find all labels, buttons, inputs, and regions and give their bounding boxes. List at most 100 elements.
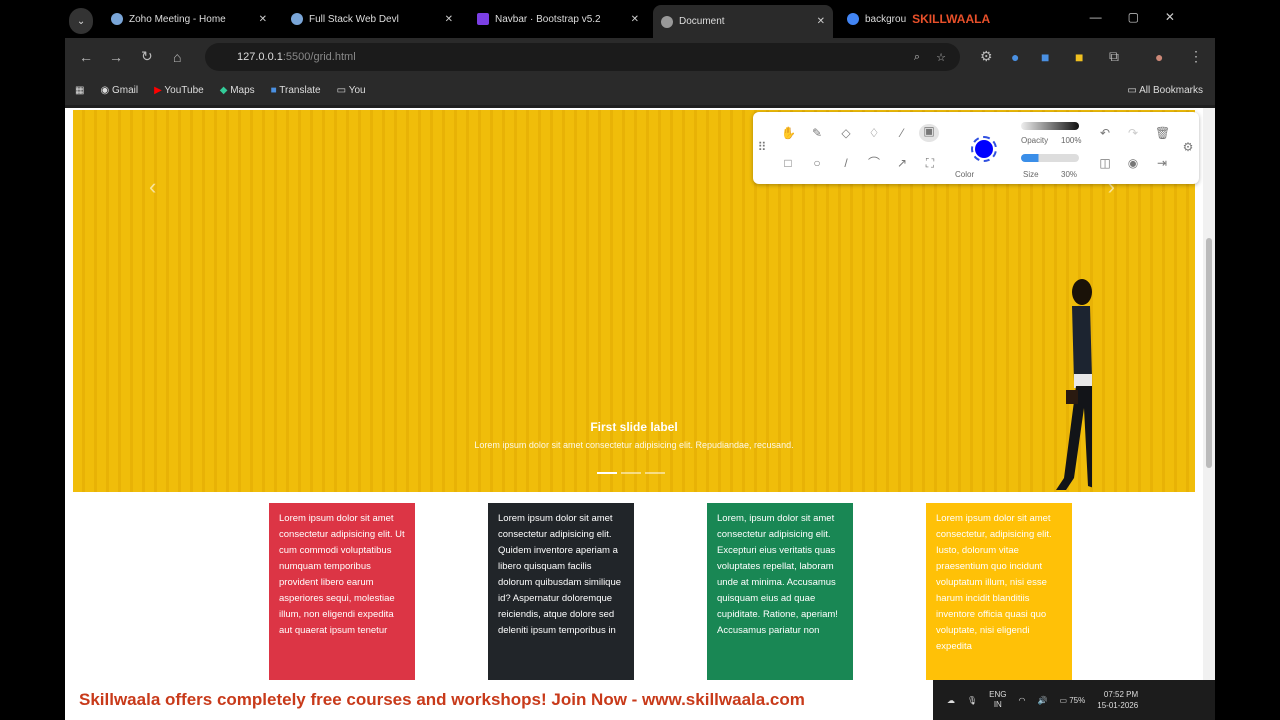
card-green: Lorem, ipsum dolor sit amet consectetur …: [707, 503, 853, 680]
bookmark-youtube[interactable]: ▶ YouTube: [154, 85, 204, 96]
close-icon[interactable]: ✕: [445, 14, 453, 25]
pen-icon[interactable]: ✎: [810, 126, 824, 140]
youtube-icon: ▶: [154, 84, 162, 96]
bootstrap-icon: [477, 13, 489, 25]
carousel-indicators: [597, 472, 665, 474]
forward-icon[interactable]: →: [109, 49, 123, 65]
close-icon[interactable]: ✕: [817, 16, 825, 27]
back-icon[interactable]: ←: [79, 49, 93, 65]
cloud-icon[interactable]: ☁: [947, 696, 955, 705]
carousel-caption: First slide label Lorem ipsum dolor sit …: [73, 420, 1195, 450]
tab-label: Full Stack Web Devl: [309, 13, 399, 25]
eye-icon[interactable]: ◉: [1126, 156, 1140, 170]
extension-icon[interactable]: ⚙: [980, 48, 993, 65]
browser-toolbar: ← → ↻ ⌂ 127.0.0.1:5500/grid.html ⌕ ☆ ⚙ ● …: [65, 38, 1215, 75]
language-indicator[interactable]: ENG IN: [989, 690, 1006, 710]
tab-active[interactable]: Document ✕: [653, 5, 833, 38]
maps-icon: ◆: [219, 84, 228, 96]
wifi-icon[interactable]: ◠: [1019, 696, 1026, 705]
apps-icon[interactable]: ▦: [75, 85, 84, 96]
scrollbar[interactable]: [1203, 108, 1215, 680]
bookmark-maps[interactable]: ◆ Maps: [220, 85, 255, 96]
battery-percent: 75%: [1069, 695, 1086, 705]
translate-icon: ■: [270, 84, 277, 96]
drag-handle-icon[interactable]: ⠿: [755, 140, 769, 154]
trash-icon[interactable]: 🗑: [1155, 126, 1170, 140]
microphone-icon[interactable]: 🎙: [967, 696, 977, 705]
tab[interactable]: Full Stack Web Devl ✕: [283, 6, 461, 32]
globe-icon: [661, 15, 673, 28]
close-icon[interactable]: ✕: [631, 14, 639, 25]
promo-banner: Skillwaala offers completely free course…: [65, 680, 933, 720]
card-red: Lorem ipsum dolor sit amet consectetur a…: [269, 503, 415, 680]
date: 15-01-2026: [1097, 701, 1139, 710]
eyedropper-icon[interactable]: ⁄: [895, 126, 909, 140]
carousel-prev-icon[interactable]: ‹: [149, 174, 156, 200]
carousel-indicator[interactable]: [621, 472, 641, 474]
bookmark-translate[interactable]: ■ Translate: [271, 85, 321, 96]
redo-icon[interactable]: ↷: [1126, 126, 1140, 140]
eraser-icon[interactable]: ◇: [839, 126, 853, 140]
color-swatch: [975, 140, 993, 158]
clock[interactable]: 07:52 PM 15-01-2026: [1097, 689, 1138, 711]
volume-icon[interactable]: 🔊: [1037, 696, 1047, 705]
home-icon[interactable]: ⌂: [173, 49, 181, 65]
curve-icon[interactable]: ⌒: [867, 156, 881, 170]
drawing-toolbar: ⠿ ✋ ✎ ◇ ♢ ⁄ ▣ □ ○ / ⌒ ↗ ⛶ Color Opacity …: [753, 112, 1199, 184]
arrow-icon[interactable]: ↗: [895, 156, 909, 170]
google-icon: [847, 13, 859, 25]
address-bar[interactable]: 127.0.0.1:5500/grid.html ⌕ ☆: [205, 43, 960, 71]
opacity-slider[interactable]: [1021, 122, 1079, 130]
battery-icon[interactable]: ▭ 75%: [1059, 696, 1085, 705]
tab-label: backgrou: [865, 13, 907, 25]
fill-icon[interactable]: ♢: [867, 126, 881, 140]
search-icon[interactable]: ⌕: [914, 51, 920, 64]
rectangle-icon[interactable]: □: [781, 156, 795, 170]
woman-walking-image: [1056, 279, 1092, 490]
bookmark-gmail[interactable]: ◉ Gmail: [100, 85, 138, 96]
text-tool-icon[interactable]: ▣: [919, 124, 939, 142]
scrollbar-thumb[interactable]: [1206, 238, 1212, 468]
carousel-indicator[interactable]: [645, 472, 665, 474]
bookmark-label: Translate: [279, 84, 321, 96]
extensions-puzzle-icon[interactable]: ⧉: [1109, 48, 1119, 65]
camera-icon[interactable]: ◫: [1098, 156, 1112, 170]
tab[interactable]: Navbar · Bootstrap v5.2 ✕: [469, 6, 647, 32]
size-slider[interactable]: [1021, 154, 1079, 162]
star-icon[interactable]: ☆: [936, 51, 946, 64]
avatar[interactable]: ●: [1155, 49, 1163, 65]
browser-window: ⌄ Zoho Meeting - Home ✕ Full Stack Web De…: [65, 0, 1215, 680]
bookmark-you[interactable]: ▭ You: [337, 85, 366, 96]
select-icon[interactable]: ⛶: [923, 156, 937, 170]
all-bookmarks-label: All Bookmarks: [1139, 84, 1203, 96]
tab[interactable]: backgrou SKILLWAALA: [839, 6, 1039, 32]
watermark-logo: SKILLWAALA: [912, 12, 991, 26]
extension-icon[interactable]: ■: [1075, 49, 1083, 65]
color-picker[interactable]: [971, 136, 997, 162]
hand-icon[interactable]: ✋: [781, 126, 796, 140]
bookmark-label: You: [348, 84, 366, 96]
card-text: Lorem ipsum dolor sit amet consectetur a…: [498, 513, 622, 636]
tab-search-button[interactable]: ⌄: [69, 8, 93, 34]
card-dark: Lorem ipsum dolor sit amet consectetur a…: [488, 503, 634, 680]
reload-icon[interactable]: ↻: [141, 48, 153, 65]
tab-label: Navbar · Bootstrap v5.2: [495, 13, 601, 25]
time: 07:52 PM: [1103, 690, 1139, 699]
card-text: Lorem, ipsum dolor sit amet consectetur …: [717, 513, 838, 636]
circle-icon[interactable]: ○: [810, 156, 824, 170]
close-icon[interactable]: ✕: [259, 14, 267, 25]
carousel-indicator[interactable]: [597, 472, 617, 474]
undo-icon[interactable]: ↶: [1098, 126, 1112, 140]
exit-icon[interactable]: ⇥: [1155, 156, 1169, 170]
tab[interactable]: Zoho Meeting - Home ✕: [103, 6, 275, 32]
card-yellow: Lorem ipsum dolor sit amet consectetur, …: [926, 503, 1072, 680]
settings-icon[interactable]: ⚙: [1181, 140, 1195, 154]
taskbar-tray: ☁ 🎙 ENG IN ◠ 🔊 ▭ 75% 07:52 PM 15-01-2026: [933, 680, 1215, 720]
all-bookmarks[interactable]: ▭ All Bookmarks: [1127, 85, 1203, 96]
menu-icon[interactable]: ⋮: [1189, 48, 1203, 65]
tab-strip: ⌄ Zoho Meeting - Home ✕ Full Stack Web De…: [65, 0, 1215, 38]
window-controls[interactable]: —▢✕: [1090, 10, 1201, 24]
drop-icon[interactable]: ●: [1011, 49, 1019, 65]
extension-icon[interactable]: ■: [1041, 49, 1049, 65]
line-icon[interactable]: /: [839, 156, 853, 170]
